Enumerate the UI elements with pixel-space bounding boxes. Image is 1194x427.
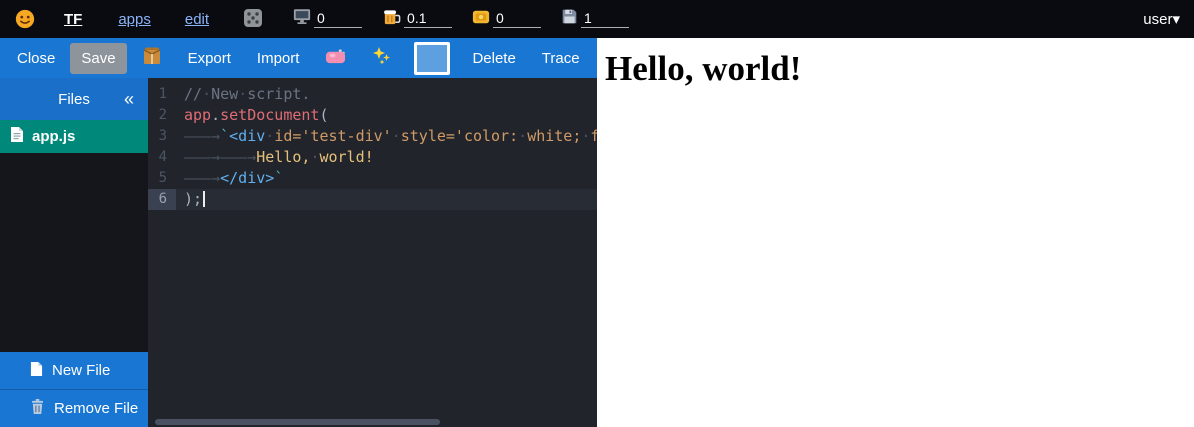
dice-icon (243, 8, 263, 31)
editor-toolbar: Close Save Export Import (0, 38, 597, 78)
text-cursor (203, 191, 205, 207)
line-content: app.setDocument( (176, 105, 329, 126)
code-line-5[interactable]: 5———→</div>` (148, 168, 597, 189)
files-header: Files « (0, 78, 148, 120)
new-file-button[interactable]: New File (0, 352, 148, 389)
line-number: 2 (148, 105, 176, 126)
floppy-disk-icon (561, 8, 581, 30)
beer-icon (382, 7, 404, 31)
line-number: 3 (148, 126, 176, 147)
remove-file-label: Remove File (54, 400, 138, 417)
stat-beer (382, 7, 452, 31)
nav-link-edit[interactable]: edit (185, 11, 209, 28)
disk-stat-input[interactable] (581, 10, 629, 28)
save-button[interactable]: Save (70, 43, 126, 74)
line-content: //·New·script. (176, 84, 310, 105)
code-line-2[interactable]: 2app.setDocument( (148, 105, 597, 126)
money-stat-input[interactable] (493, 10, 541, 28)
stat-computer (293, 8, 362, 30)
sparkles-icon (372, 46, 392, 70)
editor-panel: Close Save Export Import (0, 38, 597, 427)
line-content: ); (176, 189, 205, 210)
smiley-face-icon (14, 8, 36, 30)
money-icon (472, 8, 493, 31)
nav-link-apps[interactable]: apps (118, 11, 151, 28)
remove-file-button[interactable]: Remove File (0, 389, 148, 427)
file-icon (10, 126, 24, 147)
main-area: Close Save Export Import (0, 38, 1194, 427)
editor-panel-body: Files « app.js (0, 78, 597, 427)
stat-disk (561, 8, 629, 30)
line-number: 6 (148, 189, 176, 210)
line-content: ———→———→Hello,·world! (176, 147, 374, 168)
new-file-icon (30, 361, 43, 381)
code-line-1[interactable]: 1//·New·script. (148, 84, 597, 105)
export-button[interactable]: Export (177, 43, 242, 74)
delete-button[interactable]: Delete (461, 43, 526, 74)
code-line-3[interactable]: 3———→`<div·id='test-div'·style='color:·w… (148, 126, 597, 147)
file-item-appjs[interactable]: app.js (0, 120, 148, 153)
code-editor[interactable]: 1//·New·script.2app.setDocument(3———→`<d… (148, 78, 597, 427)
file-list-empty-space (0, 153, 148, 352)
trash-icon (30, 398, 45, 419)
package-button[interactable] (131, 39, 173, 77)
preview-heading: Hello, world! (605, 49, 1194, 89)
soap-button[interactable] (314, 41, 357, 75)
line-number: 1 (148, 84, 176, 105)
dice-button[interactable] (243, 8, 263, 31)
code-lines: 1//·New·script.2app.setDocument(3———→`<d… (148, 84, 597, 210)
horizontal-scrollbar[interactable] (155, 419, 440, 425)
computer-stat-input[interactable] (314, 10, 362, 28)
nav-link-tf[interactable]: TF (64, 11, 82, 28)
top-navigation-bar: TF apps edit (0, 0, 1194, 38)
trace-button[interactable]: Trace (531, 43, 591, 74)
soap-icon (325, 48, 346, 68)
new-file-label: New File (52, 362, 110, 379)
line-number: 5 (148, 168, 176, 189)
files-sidebar: Files « app.js (0, 78, 148, 427)
file-name-label: app.js (32, 128, 75, 145)
code-line-6[interactable]: 6); (148, 189, 597, 210)
blank-swatch-button[interactable] (414, 42, 450, 75)
line-number: 4 (148, 147, 176, 168)
sparkles-button[interactable] (361, 39, 403, 77)
stat-money (472, 8, 541, 31)
beer-stat-input[interactable] (404, 10, 452, 28)
collapse-sidebar-button[interactable]: « (118, 78, 140, 120)
line-content: ———→`<div·id='test-div'·style='color:·wh… (176, 126, 597, 147)
code-line-4[interactable]: 4———→———→Hello,·world! (148, 147, 597, 168)
package-icon (142, 46, 162, 70)
preview-panel: Hello, world! (597, 38, 1194, 427)
close-button[interactable]: Close (6, 43, 66, 74)
import-button[interactable]: Import (246, 43, 311, 74)
user-menu[interactable]: user▾ (1143, 10, 1180, 28)
files-header-title: Files (58, 91, 90, 108)
line-content: ———→</div>` (176, 168, 283, 189)
computer-icon (293, 8, 314, 30)
